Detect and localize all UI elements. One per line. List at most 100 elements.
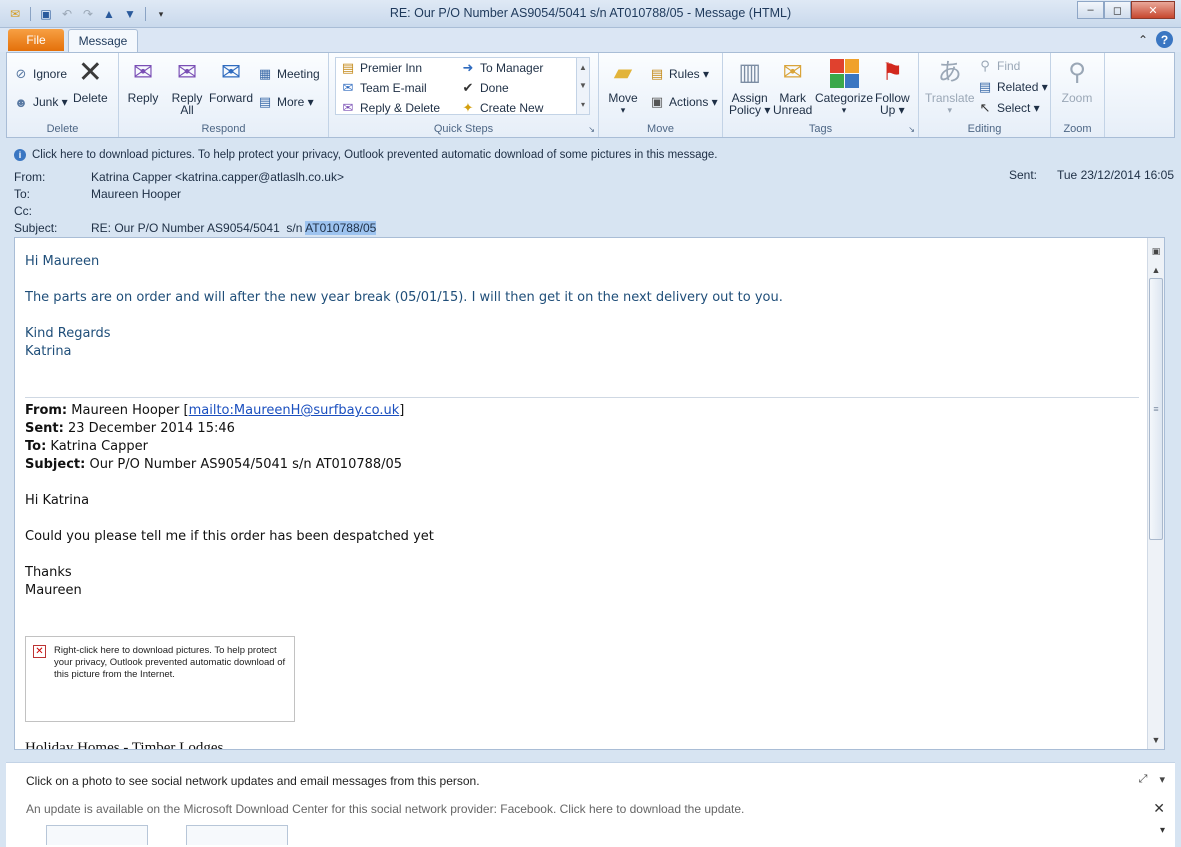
from-value[interactable]: Katrina Capper <katrina.capper@atlaslh.c…: [91, 170, 344, 184]
to-value[interactable]: Maureen Hooper: [91, 187, 181, 201]
chevron-down-icon[interactable]: ▾: [1160, 825, 1165, 836]
people-pane: Click on a photo to see social network u…: [6, 762, 1175, 847]
chevron-down-icon[interactable]: ▾: [1159, 773, 1165, 786]
reply-all-button[interactable]: ✉ Reply All: [171, 57, 203, 117]
to-manager-icon: ➜: [462, 60, 474, 75]
quick-steps-launcher-icon[interactable]: ↘: [588, 125, 595, 134]
delete-group: ⊘ Ignore ☻ Junk ▾ ✕ Delete Delete: [7, 53, 119, 137]
subject-row: Subject: RE: Our P/O Number AS9054/5041 …: [14, 219, 914, 236]
junk-button[interactable]: ☻ Junk ▾: [13, 93, 68, 111]
subject-selected-text[interactable]: AT010788/05: [305, 220, 377, 235]
translate-label: Translate: [925, 91, 975, 105]
reply-button[interactable]: ✉ Reply: [127, 57, 159, 105]
people-pane-tab[interactable]: [186, 825, 288, 845]
signature-cutoff-text: Holiday Homes - Timber Lodges: [25, 740, 224, 750]
qs-to-manager[interactable]: ➜ To Manager: [460, 59, 544, 77]
to-label: To:: [14, 186, 31, 201]
body-scrollbar[interactable]: ▣ ▲ ≡ ▼: [1147, 238, 1164, 749]
meeting-button[interactable]: ▦ Meeting: [257, 65, 320, 83]
move-button[interactable]: ▰ Move ▾: [607, 57, 639, 116]
close-button[interactable]: ✕: [1131, 1, 1175, 19]
move-label: Move: [608, 91, 638, 105]
forward-button[interactable]: ✉ Forward: [209, 57, 254, 105]
message-body[interactable]: Hi Maureen The parts are on order and wi…: [14, 237, 1165, 750]
zoom-magnifier-icon: ⚲: [1068, 59, 1086, 86]
minimize-button[interactable]: –: [1077, 1, 1104, 19]
scroll-up-icon[interactable]: ▲: [579, 63, 587, 72]
help-icon[interactable]: ?: [1156, 31, 1173, 48]
zoom-label: Zoom: [1061, 91, 1093, 105]
junk-label: Junk ▾: [33, 95, 68, 109]
related-button[interactable]: ▤ Related ▾: [977, 78, 1048, 96]
orig-subject-label: Subject:: [25, 457, 86, 472]
infobar-text: Click here to download pictures. To help…: [32, 149, 718, 161]
close-icon[interactable]: ✕: [1153, 800, 1165, 817]
orig-from-end: ]: [399, 403, 405, 418]
reply-body: The parts are on order and will after th…: [25, 290, 783, 305]
download-pictures-infobar[interactable]: i Click here to download pictures. To he…: [6, 146, 1175, 164]
follow-up-button[interactable]: ⚑ Follow Up ▾: [875, 57, 910, 117]
tab-file[interactable]: File: [8, 29, 64, 51]
people-pane-tab[interactable]: [46, 825, 148, 845]
zoom-button[interactable]: ⚲ Zoom: [1061, 57, 1093, 105]
ignore-button[interactable]: ⊘ Ignore: [13, 65, 67, 83]
orig-from: From: Maureen Hooper [mailto:MaureenH@su…: [25, 403, 404, 418]
update-message[interactable]: An update is available on the Microsoft …: [26, 802, 744, 816]
reply-icon: ✉: [132, 59, 154, 86]
subject-value[interactable]: RE: Our P/O Number AS9054/5041 s/n AT010…: [91, 220, 377, 235]
sent-label: Sent:: [1008, 168, 1037, 182]
window-controls: – ◻ ✕: [1077, 1, 1175, 19]
done-check-icon: ✔: [462, 80, 474, 95]
assign-policy-button[interactable]: ▥ Assign Policy ▾: [729, 57, 770, 117]
orig-name: Maureen: [25, 583, 82, 598]
qs-premier-inn[interactable]: ▤ Premier Inn: [340, 59, 422, 77]
qs-reply-delete-label: Reply & Delete: [360, 101, 441, 115]
sent-value: Tue 23/12/2014 16:05: [1057, 168, 1174, 182]
delete-button[interactable]: ✕ Delete: [73, 57, 108, 105]
forward-label: Forward: [209, 91, 254, 105]
scroll-down-icon[interactable]: ▼: [1148, 732, 1164, 748]
orig-subject-value: Our P/O Number AS9054/5041 s/n AT010788/…: [85, 457, 403, 472]
people-pane-controls: ⤢ ▾: [1139, 773, 1165, 786]
qs-done[interactable]: ✔ Done: [460, 79, 509, 97]
meeting-calendar-icon: ▦: [258, 66, 272, 81]
related-label: Related ▾: [997, 80, 1048, 94]
scroll-down-icon[interactable]: ▼: [579, 81, 587, 90]
qs-premier-inn-label: Premier Inn: [360, 61, 423, 75]
follow-up-flag-icon: ⚑: [881, 59, 904, 86]
more-button[interactable]: ▤ More ▾: [257, 93, 314, 111]
reading-pane-options-icon[interactable]: ▣: [1148, 243, 1164, 259]
window-title: RE: Our P/O Number AS9054/5041 s/n AT010…: [389, 6, 792, 20]
collapse-ribbon-icon[interactable]: ⌃: [1138, 33, 1148, 47]
find-button[interactable]: ⚲ Find: [977, 57, 1020, 75]
scroll-up-icon[interactable]: ▲: [1148, 262, 1164, 278]
scrollbar-thumb[interactable]: ≡: [1149, 278, 1163, 540]
orig-from-link[interactable]: mailto:MaureenH@surfbay.co.uk: [189, 403, 400, 418]
rules-button[interactable]: ▤ Rules ▾: [649, 65, 709, 83]
actions-button[interactable]: ▣ Actions ▾: [649, 93, 718, 111]
translate-button[interactable]: あ Translate ▾: [925, 57, 975, 116]
qs-create-new[interactable]: ✦ Create New: [460, 99, 544, 117]
maximize-button[interactable]: ◻: [1104, 1, 1131, 19]
reply-label: Reply: [127, 91, 159, 105]
tabrow-right: ⌃ ?: [1138, 31, 1173, 48]
reply-all-label-2: All: [180, 103, 194, 117]
qs-reply-delete[interactable]: ✉ Reply & Delete: [340, 99, 441, 117]
blocked-image-placeholder[interactable]: ✕ Right-click here to download pictures.…: [25, 636, 295, 722]
orig-from-label: From:: [25, 403, 68, 418]
from-row: From: Katrina Capper <katrina.capper@atl…: [14, 168, 914, 185]
orig-thanks: Thanks: [25, 565, 72, 580]
select-button[interactable]: ↖ Select ▾: [977, 99, 1040, 117]
mark-unread-button[interactable]: ✉ Mark Unread: [773, 57, 812, 117]
expand-people-pane-icon[interactable]: ⤢: [1139, 773, 1148, 786]
qs-team-email[interactable]: ✉ Team E-mail: [340, 79, 427, 97]
orig-to: To: Katrina Capper: [25, 439, 148, 454]
expand-gallery-icon[interactable]: ▾: [581, 100, 585, 109]
junk-icon: ☻: [14, 94, 28, 110]
zoom-group-label: Zoom: [1063, 123, 1092, 135]
tab-message[interactable]: Message: [68, 29, 138, 52]
forward-icon: ✉: [220, 59, 242, 86]
select-cursor-icon: ↖: [979, 100, 991, 115]
quick-steps-scroll[interactable]: ▲ ▼ ▾: [576, 58, 589, 114]
categorize-button[interactable]: Categorize ▾: [815, 57, 873, 116]
